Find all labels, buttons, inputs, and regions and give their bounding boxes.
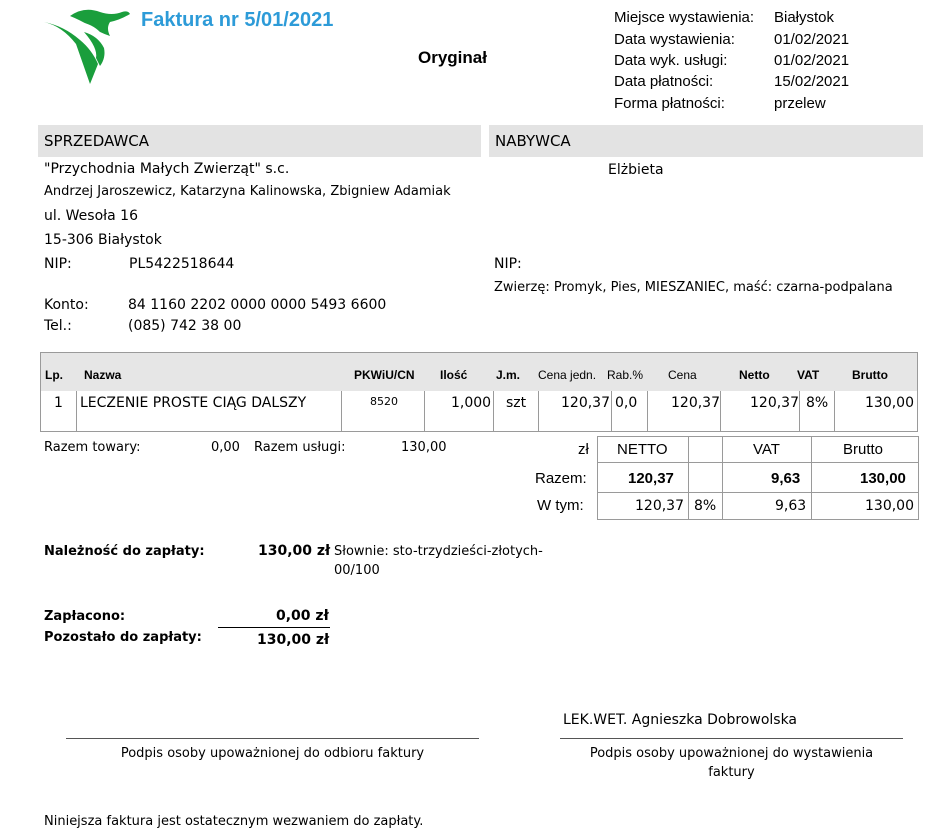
meta-value: 01/02/2021	[774, 31, 850, 48]
paid-amount: 0,00 zł	[276, 608, 329, 624]
header-qty: Ilość	[440, 368, 468, 382]
amount-in-words-cont: 00/100	[334, 563, 380, 578]
amount-due: 130,00 zł	[258, 543, 331, 559]
services-total-label: Razem usługi:	[254, 440, 346, 455]
row-vat: 8%	[806, 395, 829, 411]
account-label: Konto:	[44, 297, 89, 313]
meta-label: Miejsce wystawienia:	[614, 9, 755, 26]
header-vat: VAT	[797, 368, 820, 382]
amount-in-words: Słownie: sto-trzydzieści-złotych-	[334, 544, 543, 559]
meta-label: Data wystawienia:	[614, 31, 735, 48]
header-pkwiu: PKWiU/CN	[354, 368, 415, 382]
services-total: 130,00	[401, 440, 447, 455]
header-name: Nazwa	[84, 368, 122, 382]
issuer-signature-caption: Podpis osoby upoważnionej do wystawienia	[589, 746, 874, 761]
summary-total-vat: 9,63	[771, 470, 801, 487]
row-qty: 1,000	[451, 395, 492, 411]
clinic-logo-icon	[44, 9, 130, 84]
seller-city: 15-306 Białystok	[44, 232, 162, 248]
header-unit-price: Cena jedn.	[538, 368, 597, 382]
seller-nip: PL5422518644	[129, 256, 235, 272]
row-unit: szt	[506, 395, 527, 411]
summary-total-net: 120,37	[628, 470, 674, 487]
header-gross: Brutto	[852, 368, 888, 382]
seller-heading: SPRZEDAWCA	[44, 132, 150, 150]
footer-note: Niniejsza faktura jest ostatecznym wezwa…	[44, 814, 424, 829]
remaining-label: Pozostało do zapłaty:	[44, 630, 202, 645]
account-number: 84 1160 2202 0000 0000 5493 6600	[128, 297, 387, 313]
summary-total-gross: 130,00	[860, 470, 906, 487]
remaining-amount: 130,00 zł	[257, 632, 330, 648]
header-discount: Rab.%	[607, 368, 644, 382]
paid-label: Zapłacono:	[44, 609, 126, 624]
summary-incl-rate: 8%	[694, 498, 717, 514]
meta-label: Data wyk. usługi:	[614, 52, 728, 69]
seller-street: ul. Wesoła 16	[44, 208, 138, 224]
summary-header-net: NETTO	[617, 441, 668, 458]
summary-header-gross: Brutto	[843, 441, 884, 458]
seller-nip-label: NIP:	[44, 256, 72, 272]
header-price: Cena	[668, 368, 697, 382]
row-net: 120,37	[750, 395, 799, 411]
seller-owners: Andrzej Jaroszewicz, Katarzyna Kalinowsk…	[44, 184, 451, 199]
header-unit: J.m.	[496, 368, 521, 382]
summary-incl-vat: 9,63	[775, 498, 807, 514]
summary-incl-net: 120,37	[635, 498, 684, 514]
row-name: LECZENIE PROSTE CIĄG DALSZY	[80, 395, 307, 411]
seller-name: "Przychodnia Małych Zwierząt" s.c.	[44, 161, 290, 177]
meta-value: przelew	[774, 95, 826, 112]
meta-value: 01/02/2021	[774, 52, 850, 69]
issuer-signature-caption-cont: faktury	[708, 765, 755, 780]
phone-number: (085) 742 38 00	[128, 318, 242, 334]
amount-due-label: Należność do zapłaty:	[44, 544, 205, 559]
issuer-name: LEK.WET. Agnieszka Dobrowolska	[563, 712, 798, 728]
buyer-animals: Zwierzę: Promyk, Pies, MIESZANIEC, maść:…	[494, 280, 893, 295]
row-gross: 130,00	[865, 395, 914, 411]
meta-value: 15/02/2021	[774, 73, 850, 90]
row-unit-price: 120,37	[561, 395, 610, 411]
summary-incl-label: W tym:	[537, 497, 584, 514]
row-price: 120,37	[671, 395, 720, 411]
header-lp: Lp.	[45, 368, 63, 382]
phone-label: Tel.:	[44, 318, 72, 334]
meta-label: Forma płatności:	[614, 95, 725, 112]
row-pkwiu: 8520	[370, 395, 398, 408]
summary-currency: zł	[578, 441, 589, 458]
row-discount: 0,0	[615, 395, 638, 411]
buyer-nip-label: NIP:	[494, 256, 522, 272]
receiver-signature-caption: Podpis osoby upoważnionej do odbioru fak…	[120, 746, 425, 761]
buyer-heading: NABYWCA	[495, 132, 571, 150]
copy-label: Oryginał	[418, 48, 487, 67]
summary-incl-gross: 130,00	[865, 498, 914, 514]
goods-total-label: Razem towary:	[44, 440, 141, 455]
summary-total-label: Razem:	[535, 470, 587, 487]
buyer-name: Elżbieta	[608, 162, 664, 178]
meta-value: Białystok	[774, 9, 835, 26]
header-net: Netto	[739, 368, 770, 382]
meta-label: Data płatności:	[614, 73, 714, 90]
invoice-title: Faktura nr 5/01/2021	[141, 9, 334, 31]
goods-total: 0,00	[211, 440, 240, 455]
summary-header-vat: VAT	[753, 441, 780, 458]
row-lp: 1	[54, 395, 63, 411]
